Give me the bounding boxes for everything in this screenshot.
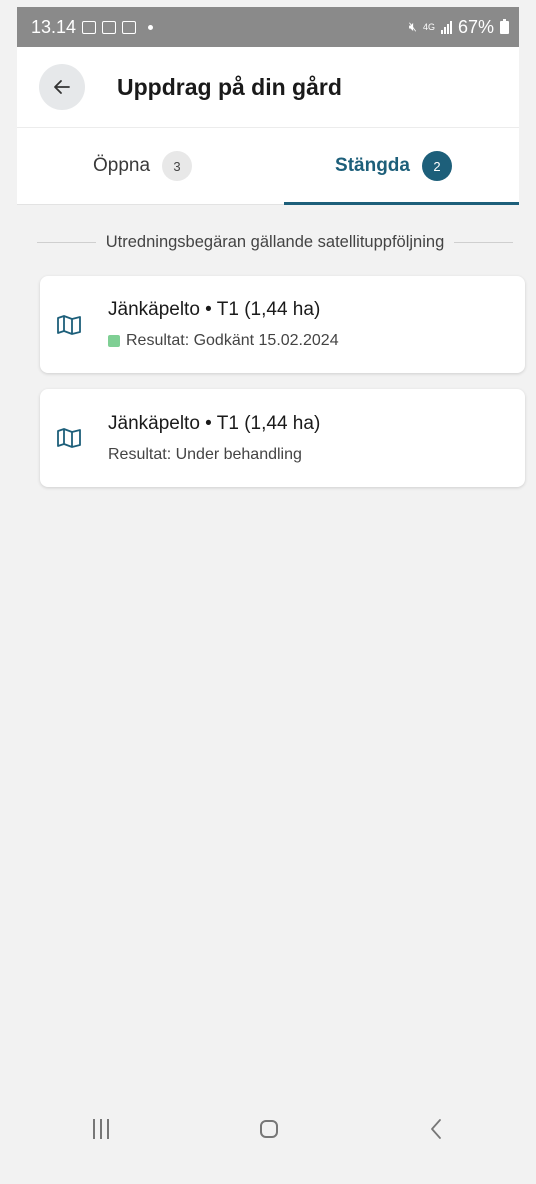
back-nav-icon[interactable] [429,1118,443,1140]
app-header: Uppdrag på din gård [17,47,519,127]
map-icon [57,314,81,335]
clock: 13.14 [31,16,77,37]
tab-open-count-badge: 3 [162,151,193,181]
divider-right [454,241,513,243]
card-title: Jänkäpelto • T1 (1,44 ha) [108,299,321,320]
recents-icon[interactable] [92,1119,109,1139]
battery-icon [500,18,509,34]
tab-closed-count-badge: 2 [421,151,452,181]
app-notification-icon [102,20,117,34]
arrow-left-icon [54,80,70,94]
tab-open[interactable]: Öppna 3 [17,128,268,204]
assignment-card[interactable]: Jänkäpelto • T1 (1,44 ha) Resultat: Godk… [40,276,525,373]
back-button[interactable] [39,64,85,110]
battery-percent: 67% [457,16,494,37]
mute-icon: 🔇︎ [408,19,417,34]
page-title: Uppdrag på din gård [117,73,342,100]
map-icon [57,428,81,448]
card-result: Resultat: Godkänt 15.02.2024 [126,332,339,349]
system-nav-bar [17,1098,519,1160]
section-title: Utredningsbegäran gällande satellituppfö… [105,232,445,251]
tab-closed[interactable]: Stängda 2 [268,128,519,205]
assignment-card[interactable]: Jänkäpelto • T1 (1,44 ha) Resultat: Unde… [40,389,525,487]
card-title: Jänkäpelto • T1 (1,44 ha) [108,412,321,434]
status-bar: 13.14 🔇︎ 4G 67% [17,7,519,47]
approved-status-indicator [108,335,120,347]
section-header: Utredningsbegäran gällande satellituppfö… [37,228,513,256]
more-notifications-icon [148,24,154,30]
app-notification-icon-2 [122,20,137,34]
home-icon[interactable] [259,1120,278,1138]
network-type-icon: 4G [422,21,435,32]
tab-bar: Öppna 3 Stängda 2 [17,127,519,205]
tab-closed-label: Stängda [335,155,410,176]
tab-open-label: Öppna [92,155,151,176]
gallery-notification-icon [82,20,97,34]
divider-left [37,241,96,243]
signal-icon [440,20,452,34]
card-result: Resultat: Under behandling [108,445,302,463]
